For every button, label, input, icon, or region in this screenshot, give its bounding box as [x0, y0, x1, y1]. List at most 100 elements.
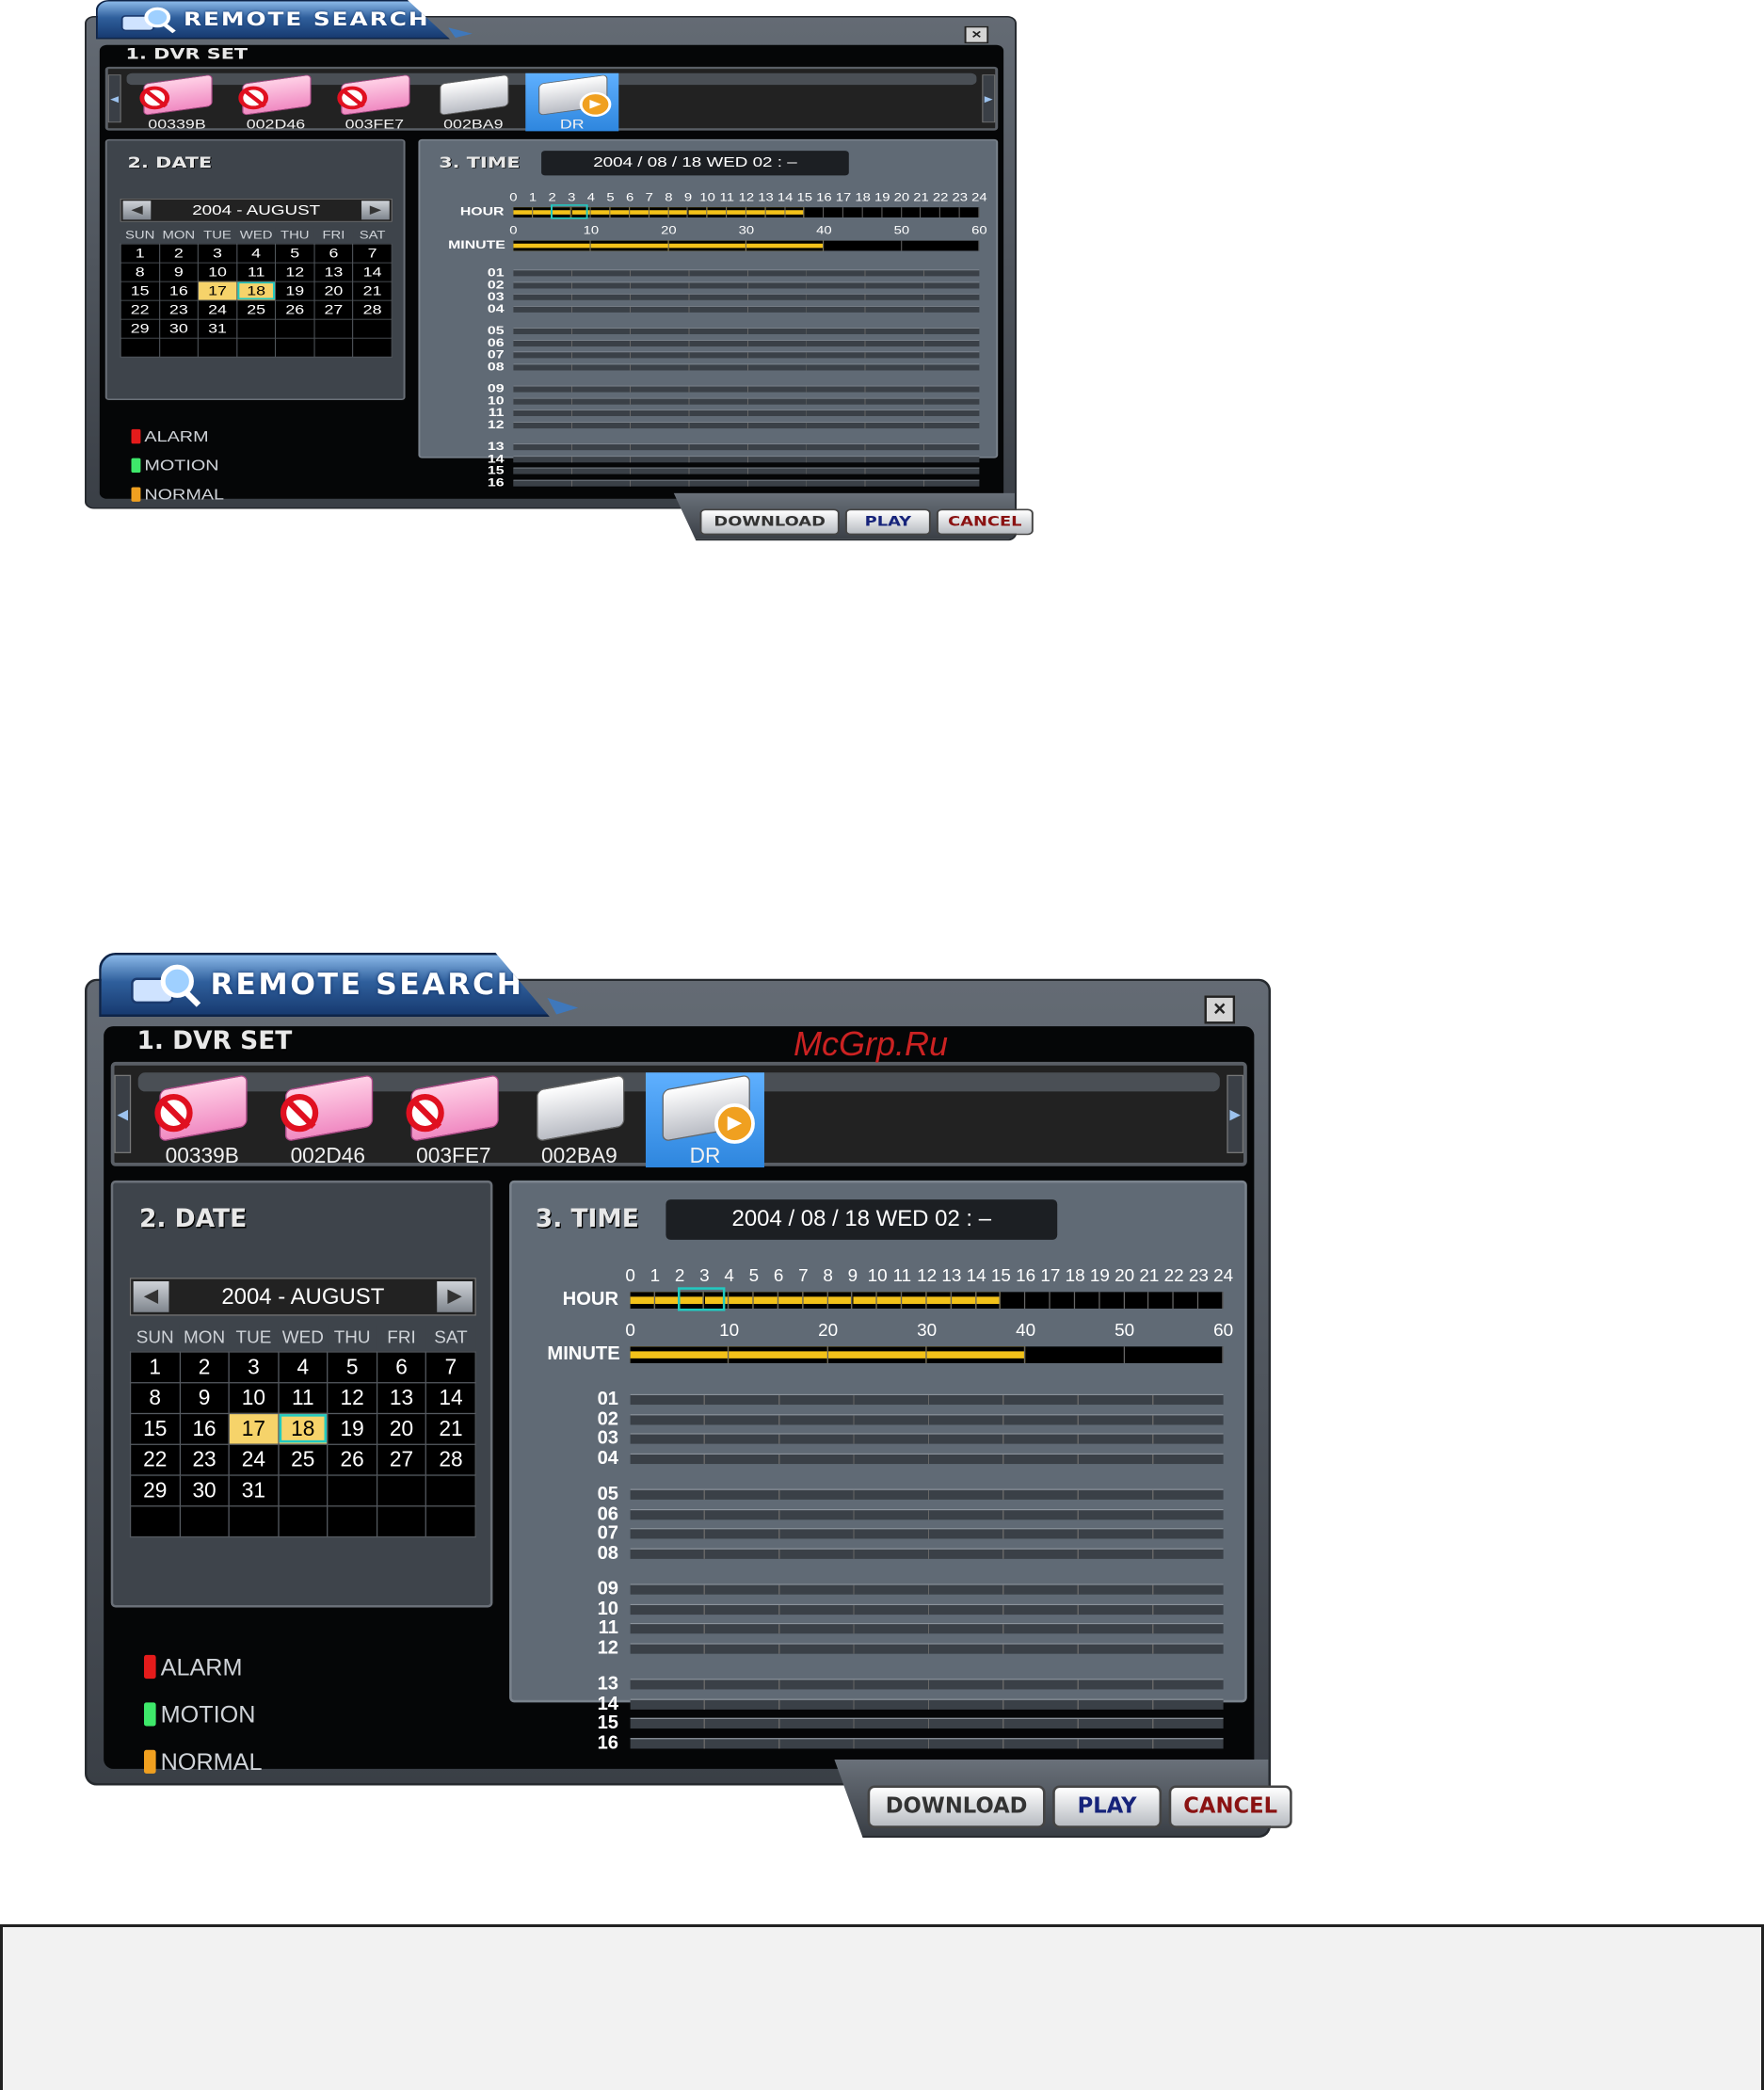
hour-cell[interactable] [1026, 1292, 1050, 1309]
hour-cell[interactable] [668, 207, 689, 217]
hour-cell[interactable] [590, 207, 611, 217]
hour-cell[interactable] [1001, 1292, 1026, 1309]
calendar-day[interactable]: 11 [277, 1381, 329, 1414]
calendar-day[interactable]: 1 [129, 1350, 181, 1383]
minute-cell[interactable] [824, 240, 902, 251]
hour-cell[interactable] [1125, 1292, 1149, 1309]
hour-cell[interactable] [649, 207, 669, 217]
channel-timeline[interactable] [630, 1737, 1224, 1748]
minute-timeline[interactable] [630, 1346, 1224, 1363]
calendar-day[interactable]: 2 [179, 1350, 230, 1383]
calendar-day[interactable]: 22 [129, 1443, 181, 1476]
calendar-day[interactable]: 23 [179, 1443, 230, 1476]
cancel-button[interactable]: CANCEL [936, 508, 1034, 536]
hour-cell[interactable] [1075, 1292, 1100, 1309]
calendar-day[interactable]: 25 [277, 1443, 329, 1476]
next-month-button[interactable]: ▶ [437, 1281, 473, 1312]
calendar-day[interactable]: 26 [275, 299, 315, 320]
channel-timeline[interactable] [630, 1528, 1224, 1539]
calendar-day[interactable]: 25 [236, 299, 277, 320]
calendar-day[interactable]: 27 [313, 299, 354, 320]
hour-cell[interactable] [778, 1292, 804, 1309]
channel-timeline[interactable] [513, 467, 980, 474]
calendar-day[interactable]: 24 [228, 1443, 280, 1476]
hour-cell[interactable] [688, 207, 708, 217]
channel-timeline[interactable] [513, 328, 980, 334]
dvr-item[interactable]: ▶ DR [525, 72, 619, 132]
calendar-day[interactable]: 8 [129, 1381, 181, 1414]
minute-timeline[interactable] [513, 240, 980, 251]
channel-timeline[interactable] [630, 1697, 1224, 1710]
hour-cell[interactable] [1149, 1292, 1175, 1309]
play-button[interactable]: PLAY [844, 508, 931, 536]
minute-cell[interactable] [513, 240, 591, 251]
calendar-day[interactable]: 27 [376, 1443, 427, 1476]
calendar-day[interactable]: 13 [376, 1381, 427, 1414]
channel-timeline[interactable] [630, 1547, 1224, 1559]
calendar-day[interactable]: 2 [158, 243, 199, 264]
dvr-item[interactable]: 002BA9 [520, 1072, 638, 1167]
minute-cell[interactable] [1026, 1346, 1125, 1363]
calendar-day[interactable]: 19 [275, 281, 315, 301]
calendar-day[interactable]: 3 [197, 243, 238, 264]
calendar-day[interactable]: 6 [313, 243, 354, 264]
calendar-day[interactable]: 1 [120, 243, 160, 264]
calendar-day[interactable]: 24 [197, 299, 238, 320]
calendar-day[interactable]: 10 [197, 262, 238, 282]
calendar-day[interactable]: 28 [425, 1443, 476, 1476]
calendar-day[interactable]: 26 [327, 1443, 377, 1476]
hour-cell[interactable] [951, 1292, 977, 1309]
channel-timeline[interactable] [513, 269, 980, 277]
minute-cell[interactable] [827, 1346, 927, 1363]
channel-timeline[interactable] [630, 1508, 1224, 1519]
hour-cell[interactable] [852, 1292, 878, 1309]
channel-timeline[interactable] [513, 281, 980, 289]
channel-timeline[interactable] [513, 293, 980, 300]
hour-cell[interactable] [877, 1292, 903, 1309]
dvr-item[interactable]: 002D46 [268, 1072, 387, 1167]
channel-timeline[interactable] [630, 1433, 1224, 1444]
channel-timeline[interactable] [630, 1488, 1224, 1500]
cancel-button[interactable]: CANCEL [1168, 1785, 1292, 1828]
calendar-day[interactable]: 11 [236, 262, 277, 282]
hour-cell[interactable] [902, 207, 922, 217]
dvr-item[interactable]: 00339B [131, 73, 224, 131]
minute-cell[interactable] [1125, 1346, 1224, 1363]
calendar-day[interactable]: 9 [179, 1381, 230, 1414]
channel-timeline[interactable] [513, 410, 980, 416]
calendar-day[interactable]: 23 [158, 299, 199, 320]
scroll-left-button[interactable]: ◀ [107, 74, 121, 123]
channel-timeline[interactable] [630, 1679, 1224, 1690]
channel-timeline[interactable] [630, 1642, 1224, 1654]
channel-timeline[interactable] [513, 385, 980, 393]
hour-cell[interactable] [610, 207, 631, 217]
minute-cell[interactable] [590, 240, 669, 251]
minute-cell[interactable] [668, 240, 746, 251]
hour-cell[interactable] [727, 207, 746, 217]
calendar-day[interactable]: 20 [313, 281, 354, 301]
calendar-day[interactable]: 18 [277, 1412, 329, 1445]
hour-cell[interactable] [654, 1292, 681, 1309]
dvr-item[interactable]: 002BA9 [426, 73, 520, 131]
channel-timeline[interactable] [513, 305, 980, 313]
scroll-right-button[interactable]: ▶ [982, 74, 996, 123]
hour-cell[interactable] [533, 207, 553, 217]
channel-timeline[interactable] [630, 1453, 1224, 1464]
hour-cell[interactable] [940, 207, 960, 217]
channel-timeline[interactable] [513, 421, 980, 428]
calendar-day[interactable]: 7 [352, 243, 393, 264]
hour-timeline[interactable] [630, 1287, 1224, 1311]
hour-cell[interactable] [630, 1292, 655, 1309]
calendar-day[interactable]: 16 [179, 1412, 230, 1445]
calendar-day[interactable]: 4 [236, 243, 277, 264]
channel-timeline[interactable] [630, 1603, 1224, 1615]
calendar-day[interactable]: 15 [120, 281, 160, 301]
hour-cell[interactable] [824, 207, 844, 217]
calendar-day[interactable]: 17 [228, 1412, 280, 1445]
channel-timeline[interactable] [513, 363, 980, 371]
hour-cell[interactable] [926, 1292, 952, 1309]
download-button[interactable]: DOWNLOAD [867, 1785, 1046, 1828]
channel-timeline[interactable] [513, 339, 980, 346]
hour-cell[interactable] [902, 1292, 927, 1309]
calendar-day[interactable]: 29 [129, 1473, 181, 1506]
